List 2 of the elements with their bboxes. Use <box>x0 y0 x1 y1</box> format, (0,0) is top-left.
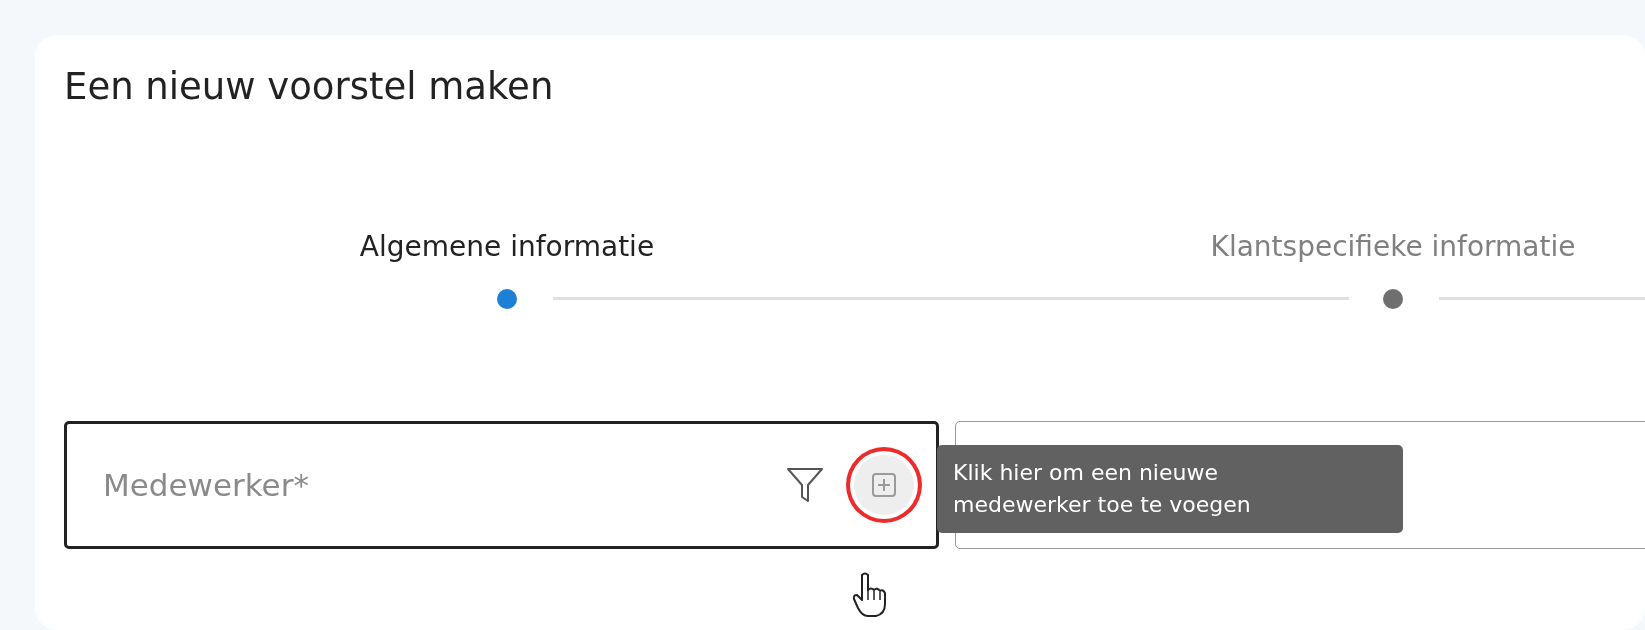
page-title: Een nieuw voorstel maken <box>64 64 555 110</box>
tooltip: Klik hier om een nieuwe medewerker toe te voegen <box>937 445 1403 533</box>
